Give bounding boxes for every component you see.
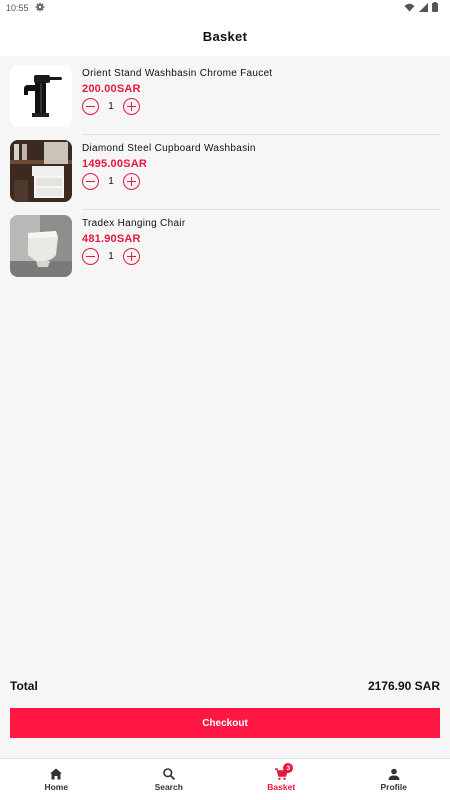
product-image-faucet[interactable] [10,65,72,127]
quantity-value: 1 [108,101,114,112]
status-left: 10:55 [6,2,45,14]
item-price: 200.00SAR [82,83,141,95]
nav-label-profile: Profile [380,782,407,792]
checkout-button[interactable]: Checkout [10,708,440,738]
nav-label-basket: Basket [267,782,296,792]
item-info: Orient Stand Washbasin Chrome Faucet 200… [82,67,273,115]
total-label: Total [10,679,38,693]
total-row: Total 2176.90 SAR [10,677,440,695]
decrease-quantity-button[interactable] [82,248,99,265]
item-name: Orient Stand Washbasin Chrome Faucet [82,68,273,79]
nav-label-search: Search [154,782,183,792]
home-icon [49,767,63,781]
signal-icon [419,2,428,14]
profile-icon [387,767,401,781]
status-right [404,2,438,14]
item-price: 481.90SAR [82,233,141,245]
quantity-value: 1 [108,176,114,187]
nav-item-home[interactable]: Home [0,759,113,800]
status-time: 10:55 [6,3,29,13]
product-image-washbasin-cupboard[interactable] [10,140,72,202]
decrease-quantity-button[interactable] [82,98,99,115]
search-icon [162,767,176,781]
item-name: Tradex Hanging Chair [82,218,186,229]
gear-icon [35,2,45,14]
quantity-value: 1 [108,251,114,262]
increase-quantity-button[interactable] [123,248,140,265]
nav-item-search[interactable]: Search [113,759,226,800]
wifi-icon [404,3,415,14]
nav-label-home: Home [44,782,69,792]
cart-count-badge: 3 [283,763,294,773]
basket-item: Orient Stand Washbasin Chrome Faucet 200… [10,60,440,135]
item-info: Diamond Steel Cupboard Washbasin 1495.00… [82,142,256,190]
item-name: Diamond Steel Cupboard Washbasin [82,143,256,154]
nav-item-basket[interactable]: 3 Basket [225,759,338,800]
quantity-stepper: 1 [82,173,256,190]
status-bar: 10:55 [0,0,450,16]
basket-item: Tradex Hanging Chair 481.90SAR 1 [10,210,440,285]
product-image-hanging-toilet[interactable] [10,215,72,277]
decrease-quantity-button[interactable] [82,173,99,190]
basket-item: Diamond Steel Cupboard Washbasin 1495.00… [10,135,440,210]
quantity-stepper: 1 [82,248,185,265]
item-info: Tradex Hanging Chair 481.90SAR 1 [82,217,185,265]
page-title: Basket [202,28,248,44]
nav-item-profile[interactable]: Profile [338,759,450,800]
battery-icon [432,2,438,14]
cart-icon: 3 [274,763,294,781]
basket-list: Orient Stand Washbasin Chrome Faucet 200… [10,60,440,285]
app-header: Basket [0,16,450,56]
quantity-stepper: 1 [82,98,273,115]
increase-quantity-button[interactable] [123,98,140,115]
bottom-nav: Home Search 3 Basket Profile [0,758,450,800]
total-value: 2176.90 SAR [367,679,440,693]
increase-quantity-button[interactable] [123,173,140,190]
item-price: 1495.00SAR [82,158,147,170]
